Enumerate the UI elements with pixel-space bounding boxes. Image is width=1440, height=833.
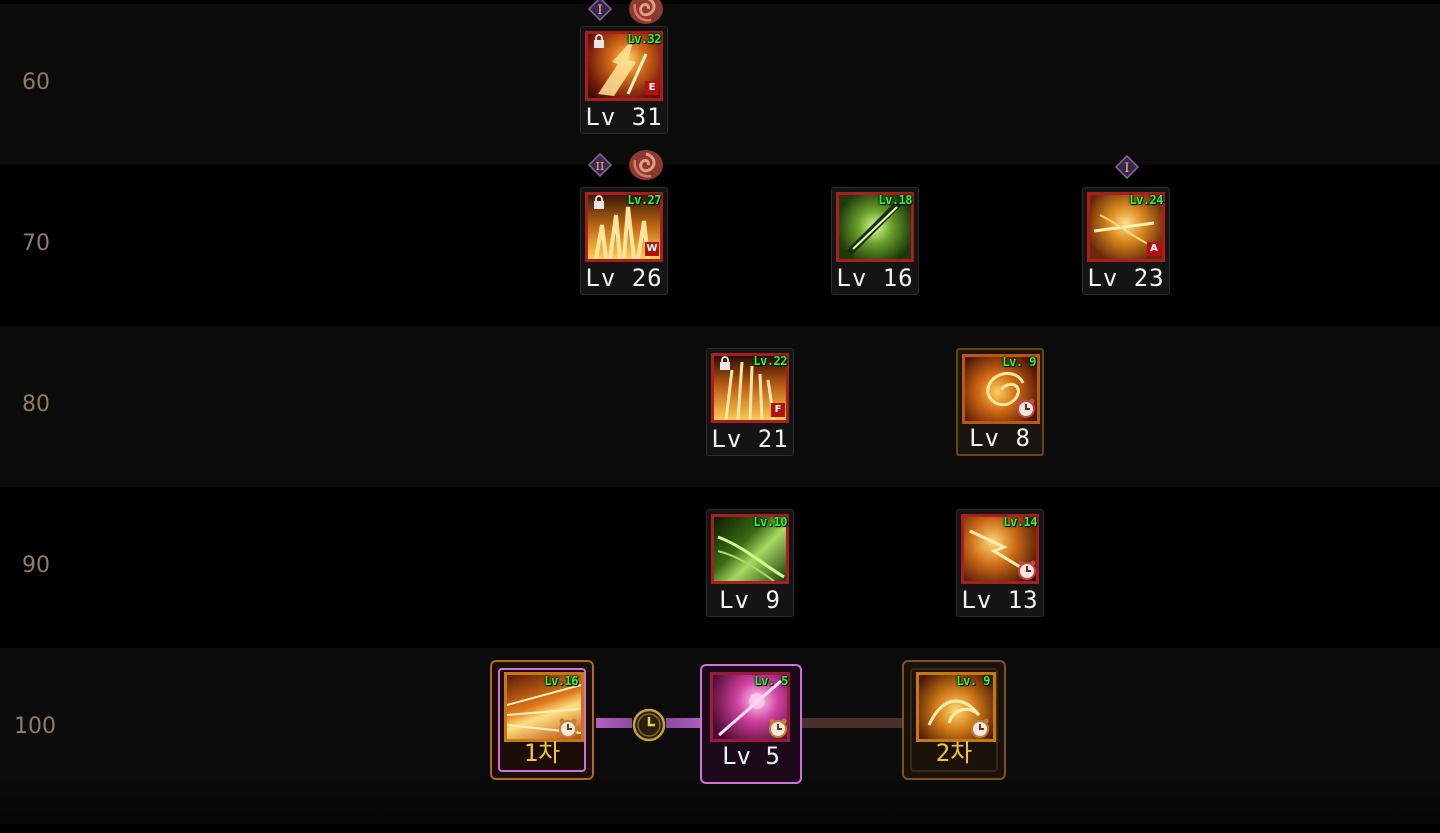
skill-slot[interactable]: Lv. 5 Lv 5 [700, 664, 802, 784]
svg-text:I: I [597, 3, 602, 18]
skill-level-text: Lv 31 [585, 103, 663, 131]
row-level-label: 90 [22, 553, 50, 578]
lock-icon [594, 34, 604, 48]
skill-level-text: Lv 9 [719, 586, 781, 614]
skill-slot[interactable]: Lv.27 W Lv 26 [580, 187, 668, 295]
element-tag: W [645, 242, 659, 256]
awakening-skill-first[interactable]: Lv.16 1차 [490, 660, 594, 780]
skill-level-badge: Lv. 9 [1002, 355, 1036, 369]
skill-slot[interactable]: Lv.22 F Lv 21 [706, 348, 794, 456]
skill-level-text: Lv 16 [836, 264, 914, 292]
row-level-label: 70 [22, 231, 50, 256]
awakening-label: 1차 [523, 739, 561, 767]
skill-slot[interactable]: Lv.14 Lv 13 [956, 509, 1044, 617]
cooldown-clock-icon [1017, 398, 1035, 418]
svg-text:I: I [1124, 161, 1129, 176]
awakening-connector [800, 718, 904, 728]
skill-level-text: Lv 5 [722, 742, 780, 770]
skill-level-badge: Lv.22 [753, 354, 787, 368]
skill-level-text: Lv 8 [969, 424, 1031, 452]
rune-diamond-icon: II [588, 153, 612, 177]
awakening-skill-second[interactable]: Lv. 9 2차 [902, 660, 1006, 780]
row-level-label: 60 [22, 70, 50, 95]
rose-swirl-icon [629, 150, 663, 180]
skill-level-badge: Lv.14 [1003, 515, 1037, 529]
rune-diamond-icon: I [1115, 155, 1139, 179]
element-tag: A [1147, 242, 1161, 256]
skill-level-badge: Lv.24 [1129, 193, 1163, 207]
awakening-label: 2차 [935, 739, 973, 767]
skill-slot[interactable]: Lv.10 Lv 9 [706, 509, 794, 617]
cooldown-clock-icon [769, 718, 787, 738]
skill-level-badge: Lv.16 [544, 674, 578, 688]
skill-level-badge: Lv.32 [627, 32, 661, 46]
skill-level-badge: Lv. 5 [754, 674, 788, 688]
awakening-connector [596, 718, 632, 728]
skill-slot[interactable]: Lv. 9 Lv 8 [956, 348, 1044, 456]
lock-icon [594, 195, 604, 209]
skill-level-badge: Lv.10 [753, 515, 787, 529]
skill-slot[interactable]: Lv.18 Lv 16 [831, 187, 919, 295]
skill-level-text: Lv 21 [711, 425, 789, 453]
skill-slot[interactable]: Lv.32 E Lv 31 [580, 26, 668, 134]
skill-level-badge: Lv.18 [878, 193, 912, 207]
row-level-label: 80 [22, 392, 50, 417]
row-level-label: 100 [14, 714, 56, 739]
skill-level-text: Lv 26 [585, 264, 663, 292]
rune-diamond-icon: I [588, 0, 612, 21]
skill-slot[interactable]: Lv.24 A Lv 23 [1082, 187, 1170, 295]
skill-level-badge: Lv.27 [627, 193, 661, 207]
skill-level-badge: Lv. 9 [956, 674, 990, 688]
element-tag: F [771, 403, 785, 417]
svg-text:II: II [596, 160, 605, 173]
lock-icon [720, 356, 730, 370]
level-row-70: 70 [0, 165, 1440, 326]
element-tag: E [645, 81, 659, 95]
awakening-clock-icon [632, 708, 666, 742]
level-row-60: 60 [0, 4, 1440, 165]
skill-level-text: Lv 13 [961, 586, 1039, 614]
awakening-connector [666, 718, 704, 728]
rose-swirl-icon [629, 0, 663, 24]
skill-level-text: Lv 23 [1087, 264, 1165, 292]
cooldown-clock-icon [1018, 560, 1036, 580]
